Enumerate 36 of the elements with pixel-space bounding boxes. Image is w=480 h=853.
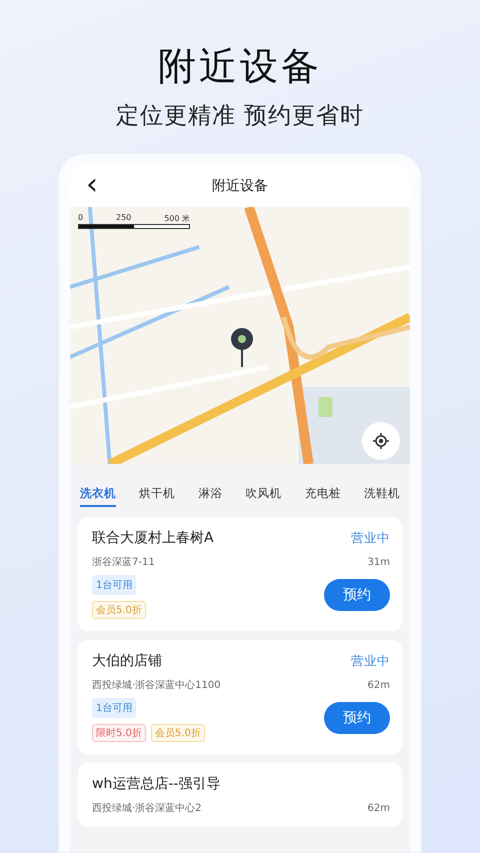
book-button[interactable]: 预约 [324,702,390,734]
store-distance: 62m [368,802,390,814]
store-address: 浙谷深蓝7-11 [92,556,155,569]
store-distance: 62m [368,680,390,690]
scale-label: 250 [116,213,132,224]
promo-subtitle: 定位更精准 预约更省时 [116,102,364,131]
map-pin-icon [230,327,254,367]
store-status: 营业中 [351,530,390,546]
promo-title: 附近设备 [158,43,322,90]
back-button[interactable]: ‹ [82,169,102,201]
category-tab[interactable]: 烘干机 [139,482,176,507]
category-tab[interactable]: 洗鞋机 [364,482,400,507]
category-tab[interactable]: 充电桩 [304,482,341,507]
store-status: 营业中 [351,652,390,670]
store-card[interactable]: 联合大厦村上春树A 营业中 浙谷深蓝7-11 31m 1台可用 会员5.0折 预约 [78,517,402,631]
discount-tag: 会员5.0折 [150,724,205,742]
availability-tag: 1台可用 [92,698,136,718]
store-name: wh运营总店--强引导 [92,775,220,793]
book-button[interactable]: 预约 [324,579,390,611]
store-address: 西投绿城·浙谷深蓝中心1100 [92,678,221,692]
store-name: 联合大厦村上春树A [92,529,214,547]
locate-icon [372,432,390,450]
store-distance: 31m [368,556,390,568]
category-tab[interactable]: 洗衣机 [80,482,116,507]
screen-title: 附近设备 [212,177,268,195]
availability-tag: 1台可用 [92,575,136,595]
discount-tag: 限时5.0折 [92,724,146,742]
scale-label: 0 [78,213,84,224]
category-tab[interactable]: 吹风机 [246,482,282,507]
store-card[interactable]: 大伯的店铺 营业中 西投绿城·浙谷深蓝中心1100 62m 1台可用 限时5.0折 会员5.0折 预约 [78,640,402,754]
scale-label: 500 米 [164,213,190,224]
store-card[interactable]: wh运营总店--强引导 西投绿城·浙谷深蓝中心2 62m [78,763,402,827]
store-name: 大伯的店铺 [92,652,162,670]
category-tab[interactable]: 淋浴 [198,482,222,507]
store-address: 西投绿城·浙谷深蓝中心2 [92,802,202,815]
discount-tag: 会员5.0折 [92,601,146,619]
